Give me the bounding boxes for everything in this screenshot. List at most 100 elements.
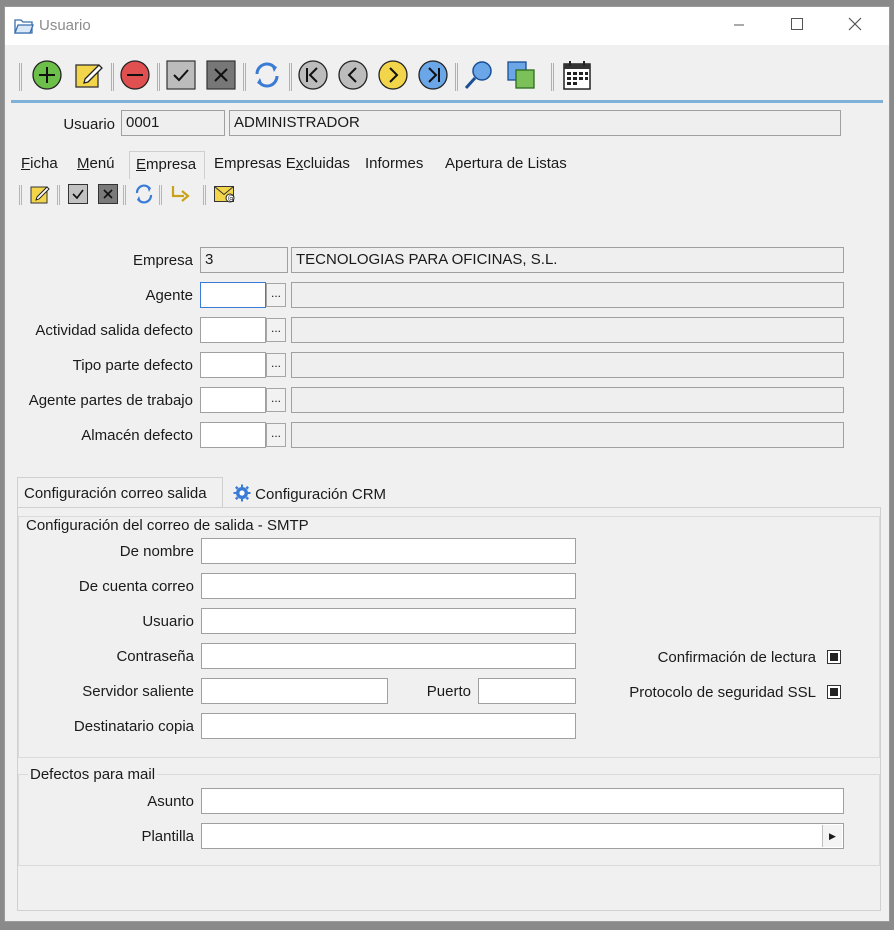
mail-panel-tabs: Configuración correo salida Configuració… xyxy=(17,477,881,508)
puerto-label: Puerto xyxy=(426,683,471,700)
asunto-label: Asunto xyxy=(147,793,194,810)
cancel-icon[interactable] xyxy=(205,59,237,91)
contrasena-input[interactable] xyxy=(201,643,576,669)
tipo-parte-name-field xyxy=(291,352,844,378)
refresh-icon[interactable] xyxy=(133,183,155,205)
tab-menu[interactable]: Menú xyxy=(77,155,115,172)
mail-config-panel: Configuración del correo de salida - SMT… xyxy=(17,507,881,911)
toolbar-divider xyxy=(11,100,883,103)
empresa-code-field[interactable]: 3 xyxy=(200,247,288,273)
tab-empresas-excluidas[interactable]: Empresas Excluidas xyxy=(214,155,350,172)
usuario-code-field[interactable]: 0001 xyxy=(121,110,225,136)
toolbar-separator xyxy=(159,185,162,205)
folder-icon xyxy=(14,17,34,39)
puerto-input[interactable] xyxy=(478,678,576,704)
refresh-icon[interactable] xyxy=(251,59,283,91)
close-button[interactable] xyxy=(843,15,867,37)
tab-configuracion-crm-label: Configuración CRM xyxy=(255,486,387,503)
actividad-lookup-button[interactable]: ... xyxy=(266,318,286,342)
svg-text:@: @ xyxy=(228,195,235,203)
de-cuenta-label: De cuenta correo xyxy=(78,578,194,595)
usuario-name-field[interactable]: ADMINISTRADOR xyxy=(229,110,841,136)
agente-partes-code-field[interactable] xyxy=(200,387,266,413)
minimize-button[interactable] xyxy=(727,15,751,37)
toolbar-separator xyxy=(455,63,458,91)
gear-icon xyxy=(233,484,251,502)
accept-icon[interactable] xyxy=(67,183,89,205)
agente-code-field[interactable] xyxy=(200,282,266,308)
servidor-label: Servidor saliente xyxy=(82,683,194,700)
toolbar-separator xyxy=(123,185,126,205)
next-record-icon[interactable] xyxy=(377,59,409,91)
toolbar-separator xyxy=(243,63,246,91)
accept-icon[interactable] xyxy=(165,59,197,91)
destinatario-input[interactable] xyxy=(201,713,576,739)
smtp-usuario-label: Usuario xyxy=(142,613,194,630)
edit-icon[interactable] xyxy=(73,59,105,91)
edit-icon[interactable] xyxy=(29,183,51,205)
usuario-window: Usuario Usuario 0001 ADMINISTRADOR Ficha… xyxy=(4,6,890,922)
last-record-icon[interactable] xyxy=(417,59,449,91)
de-nombre-input[interactable] xyxy=(201,538,576,564)
previous-record-icon[interactable] xyxy=(337,59,369,91)
toolbar-separator xyxy=(111,63,114,91)
tab-configuracion-crm[interactable]: Configuración CRM xyxy=(227,477,407,508)
almacen-name-field xyxy=(291,422,844,448)
copy-icon[interactable] xyxy=(505,59,537,91)
toolbar-separator xyxy=(19,63,22,91)
agente-partes-label: Agente partes de trabajo xyxy=(28,392,193,409)
tab-bar: Ficha Menú Empresa Empresas Excluidas In… xyxy=(13,151,883,179)
agente-label: Agente xyxy=(145,287,193,304)
search-icon[interactable] xyxy=(463,59,495,91)
title-bar: Usuario xyxy=(5,7,889,45)
tab-configuracion-correo[interactable]: Configuración correo salida xyxy=(17,477,223,508)
tab-empresa[interactable]: Empresa xyxy=(129,151,205,179)
almacen-lookup-button[interactable]: ... xyxy=(266,423,286,447)
first-record-icon[interactable] xyxy=(297,59,329,91)
actividad-code-field[interactable] xyxy=(200,317,266,343)
de-cuenta-input[interactable] xyxy=(201,573,576,599)
almacen-label: Almacén defecto xyxy=(81,427,193,444)
agente-lookup-button[interactable]: ... xyxy=(266,283,286,307)
tipo-parte-code-field[interactable] xyxy=(200,352,266,378)
add-icon[interactable] xyxy=(31,59,63,91)
de-nombre-label: De nombre xyxy=(119,543,194,560)
forward-arrow-icon[interactable] xyxy=(169,183,191,205)
window-title: Usuario xyxy=(39,17,91,34)
ssl-checkbox[interactable] xyxy=(827,685,841,699)
empresa-name-field[interactable]: TECNOLOGIAS PARA OFICINAS, S.L. xyxy=(291,247,844,273)
actividad-label: Actividad salida defecto xyxy=(35,322,193,339)
actividad-name-field xyxy=(291,317,844,343)
tipo-parte-lookup-button[interactable]: ... xyxy=(266,353,286,377)
mail-icon[interactable]: @ xyxy=(213,183,235,205)
toolbar-separator xyxy=(551,63,554,91)
delete-icon[interactable] xyxy=(119,59,151,91)
asunto-input[interactable] xyxy=(201,788,844,814)
empresa-label: Empresa xyxy=(132,252,193,269)
empresa-toolbar: @ xyxy=(17,183,277,209)
dropdown-arrow-icon[interactable]: ▶ xyxy=(822,825,842,847)
tab-apertura-listas[interactable]: Apertura de Listas xyxy=(445,155,567,172)
confirmacion-checkbox[interactable] xyxy=(827,650,841,664)
tipo-parte-label: Tipo parte defecto xyxy=(72,357,193,374)
calendar-icon[interactable] xyxy=(561,59,593,91)
agente-name-field xyxy=(291,282,844,308)
toolbar-separator xyxy=(19,185,22,205)
contrasena-label: Contraseña xyxy=(116,648,194,665)
smtp-group-title: Configuración del correo de salida - SMT… xyxy=(24,517,311,534)
toolbar-separator xyxy=(57,185,60,205)
tab-ficha[interactable]: Ficha xyxy=(21,155,58,172)
defectos-group-title: Defectos para mail xyxy=(28,766,158,783)
plantilla-select[interactable]: ▶ xyxy=(201,823,844,849)
agente-partes-name-field xyxy=(291,387,844,413)
servidor-input[interactable] xyxy=(201,678,388,704)
cancel-icon[interactable] xyxy=(97,183,119,205)
almacen-code-field[interactable] xyxy=(200,422,266,448)
agente-partes-lookup-button[interactable]: ... xyxy=(266,388,286,412)
maximize-button[interactable] xyxy=(785,15,809,37)
tab-informes[interactable]: Informes xyxy=(365,155,423,172)
toolbar-separator xyxy=(289,63,292,91)
usuario-label: Usuario xyxy=(63,116,115,133)
plantilla-label: Plantilla xyxy=(141,828,194,845)
smtp-usuario-input[interactable] xyxy=(201,608,576,634)
